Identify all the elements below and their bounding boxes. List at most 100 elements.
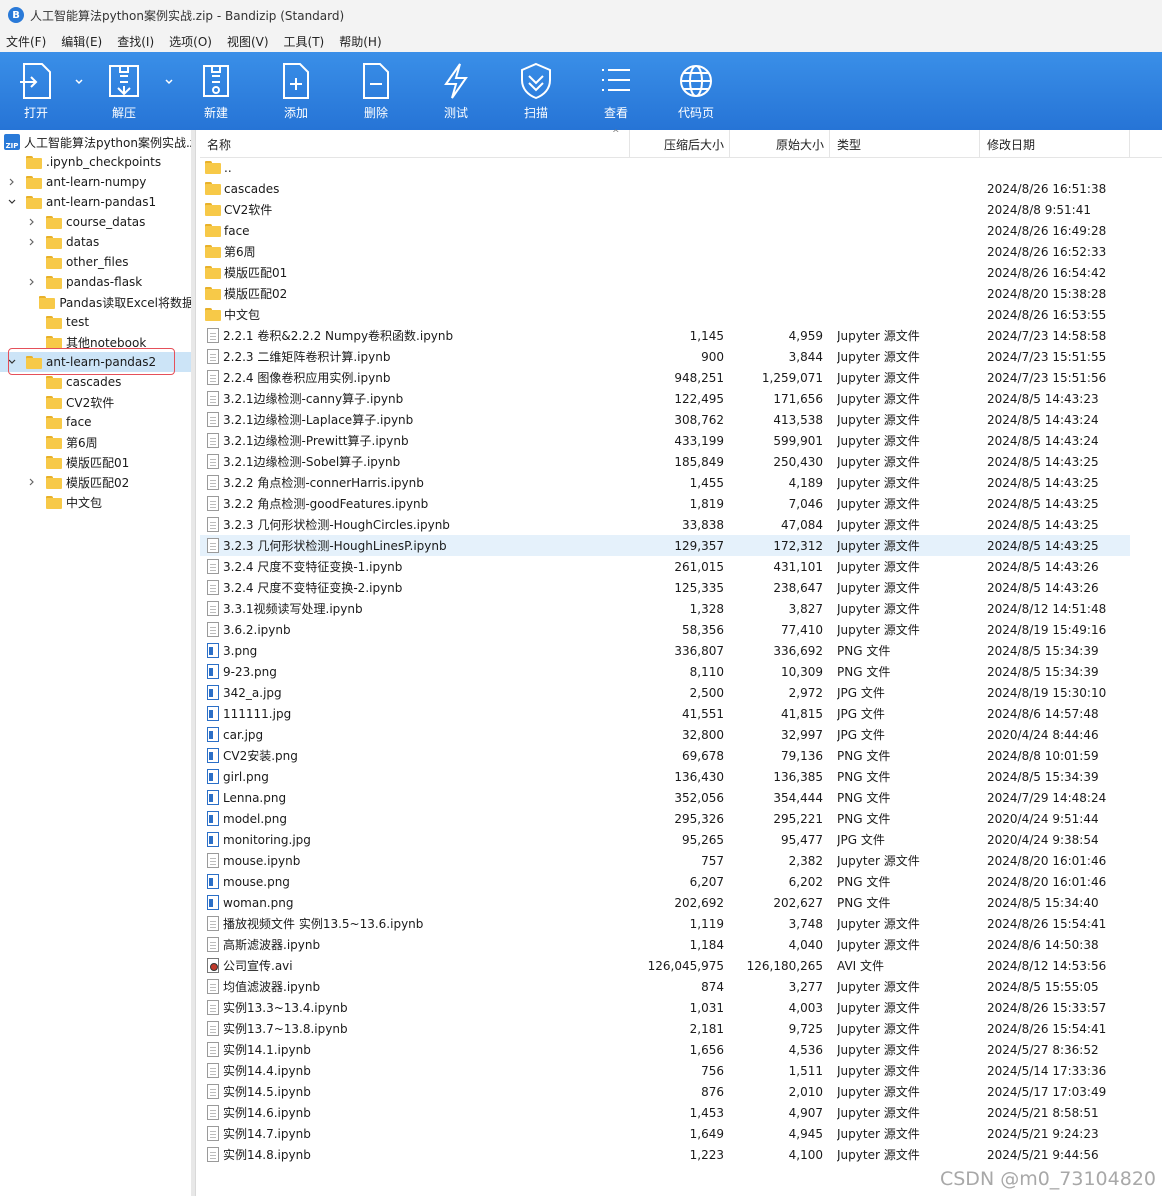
- tree-item[interactable]: 第6周: [0, 432, 194, 452]
- file-row[interactable]: 3.2.3 几何形状检测-HoughLinesP.ipynb 129,357 172…: [200, 535, 1130, 556]
- original-size: 4,907: [788, 1105, 823, 1120]
- tree-root[interactable]: ZIP 人工智能算法python案例实战.zip: [0, 132, 194, 152]
- file-row[interactable]: car.jpg 32,800 32,997 JPG 文件 2020/4/24 8:44:…: [200, 724, 1130, 745]
- file-row[interactable]: 3.2.3 几何形状检测-HoughCircles.ipynb 33,838 47,…: [200, 514, 1130, 535]
- file-row[interactable]: 3.2.1边缘检测-Laplace算子.ipynb 308,762 413,538 J…: [200, 409, 1130, 430]
- tree-scrollbar[interactable]: [191, 130, 195, 1196]
- file-row[interactable]: 3.2.1边缘检测-Sobel算子.ipynb 185,849 250,430 Jup…: [200, 451, 1130, 472]
- file-row[interactable]: 2.2.3 二维矩阵卷积计算.ipynb 900 3,844 Jupyter 源文件 2…: [200, 346, 1130, 367]
- file-row[interactable]: 2.2.1 卷积&2.2.2 Numpy卷积函数.ipynb 1,145 4,959…: [200, 325, 1130, 346]
- menu-edit[interactable]: 编辑(E): [61, 33, 102, 50]
- file-row[interactable]: 3.2.1边缘检测-Prewitt算子.ipynb 433,199 599,901 J…: [200, 430, 1130, 451]
- file-row[interactable]: 111111.jpg 41,551 41,815 JPG 文件 2024/8/6 14:…: [200, 703, 1130, 724]
- tree-item[interactable]: course_datas: [0, 212, 194, 232]
- folder-icon: [205, 308, 221, 321]
- file-row[interactable]: 实例14.1.ipynb 1,656 4,536 Jupyter 源文件 2024/5/…: [200, 1039, 1130, 1060]
- file-row[interactable]: Lenna.png 352,056 354,444 PNG 文件 2024/7/29 1…: [200, 787, 1130, 808]
- file-row[interactable]: 实例14.7.ipynb 1,649 4,945 Jupyter 源文件 2024/5/…: [200, 1123, 1130, 1144]
- file-row[interactable]: cascades 2024/8/26 16:51:38: [200, 178, 1130, 199]
- tree-item[interactable]: datas: [0, 232, 194, 252]
- chevron-right-icon[interactable]: [26, 476, 38, 488]
- original-size: 47,084: [781, 517, 823, 532]
- file-row[interactable]: 3.png 336,807 336,692 PNG 文件 2024/8/5 15:34:…: [200, 640, 1130, 661]
- file-row[interactable]: mouse.ipynb 757 2,382 Jupyter 源文件 2024/8/20 …: [200, 850, 1130, 871]
- file-row[interactable]: 3.2.2 角点检测-goodFeatures.ipynb 1,819 7,046 J…: [200, 493, 1130, 514]
- file-row[interactable]: 2.2.4 图像卷积应用实例.ipynb 948,251 1,259,071 Jupy…: [200, 367, 1130, 388]
- file-row[interactable]: 实例14.6.ipynb 1,453 4,907 Jupyter 源文件 2024/5/…: [200, 1102, 1130, 1123]
- file-row[interactable]: 3.2.4 尺度不变特征变换-1.ipynb 261,015 431,101 Jupy…: [200, 556, 1130, 577]
- open-dropdown[interactable]: [72, 52, 86, 130]
- file-row[interactable]: mouse.png 6,207 6,202 PNG 文件 2024/8/20 16:01…: [200, 871, 1130, 892]
- menu-file[interactable]: 文件(F): [6, 33, 46, 50]
- file-row[interactable]: 第6周 2024/8/26 16:52:33: [200, 241, 1130, 262]
- file-row[interactable]: ..: [200, 157, 1130, 178]
- file-row[interactable]: 实例14.8.ipynb 1,223 4,100 Jupyter 源文件 2024/5/…: [200, 1144, 1130, 1165]
- file-row[interactable]: 实例14.5.ipynb 876 2,010 Jupyter 源文件 2024/5/17…: [200, 1081, 1130, 1102]
- file-row[interactable]: 3.2.4 尺度不变特征变换-2.ipynb 125,335 238,647 Jupy…: [200, 577, 1130, 598]
- file-row[interactable]: 342_a.jpg 2,500 2,972 JPG 文件 2024/8/19 15:30…: [200, 682, 1130, 703]
- file-row[interactable]: 模版匹配02 2024/8/20 15:38:28: [200, 283, 1130, 304]
- chevron-right-icon[interactable]: [26, 276, 38, 288]
- view-button[interactable]: 查看: [576, 52, 656, 130]
- file-row[interactable]: girl.png 136,430 136,385 PNG 文件 2024/8/5 15:…: [200, 766, 1130, 787]
- menu-help[interactable]: 帮助(H): [339, 33, 381, 50]
- chevron-down-icon[interactable]: [6, 196, 18, 208]
- tree-item[interactable]: 模版匹配02: [0, 472, 194, 492]
- tree-item[interactable]: other_files: [0, 252, 194, 272]
- tree-item[interactable]: CV2软件: [0, 392, 194, 412]
- file-row[interactable]: 模版匹配01 2024/8/26 16:54:42: [200, 262, 1130, 283]
- file-row[interactable]: 公司宣传.avi 126,045,975 126,180,265 AVI 文件 2024…: [200, 955, 1130, 976]
- file-row[interactable]: 3.3.1视频读写处理.ipynb 1,328 3,827 Jupyter 源文件 20…: [200, 598, 1130, 619]
- menu-view[interactable]: 视图(V): [227, 33, 269, 50]
- file-row[interactable]: 中文包 2024/8/26 16:53:55: [200, 304, 1130, 325]
- column-type-header[interactable]: 类型: [830, 130, 980, 158]
- codepage-button[interactable]: 代码页: [656, 52, 736, 130]
- file-row[interactable]: face 2024/8/26 16:49:28: [200, 220, 1130, 241]
- file-row[interactable]: monitoring.jpg 95,265 95,477 JPG 文件 2020/4/2…: [200, 829, 1130, 850]
- file-row[interactable]: 高斯滤波器.ipynb 1,184 4,040 Jupyter 源文件 2024/8/6…: [200, 934, 1130, 955]
- scan-button[interactable]: 扫描: [496, 52, 576, 130]
- extract-button[interactable]: 解压: [86, 52, 162, 130]
- file-row[interactable]: CV2软件 2024/8/8 9:51:41: [200, 199, 1130, 220]
- tree-item[interactable]: ant-learn-pandas1: [0, 192, 194, 212]
- tree-item[interactable]: cascades: [0, 372, 194, 392]
- menu-options[interactable]: 选项(O): [169, 33, 212, 50]
- add-button[interactable]: 添加: [256, 52, 336, 130]
- tree-item[interactable]: test: [0, 312, 194, 332]
- chevron-right-icon[interactable]: [26, 216, 38, 228]
- file-row[interactable]: 实例14.4.ipynb 756 1,511 Jupyter 源文件 2024/5/14…: [200, 1060, 1130, 1081]
- file-row[interactable]: 3.6.2.ipynb 58,356 77,410 Jupyter 源文件 2024/8…: [200, 619, 1130, 640]
- tree-item[interactable]: pandas-flask: [0, 272, 194, 292]
- file-row[interactable]: 播放视频文件 实例13.5~13.6.ipynb 1,119 3,748 Jupyte…: [200, 913, 1130, 934]
- file-row[interactable]: 均值滤波器.ipynb 874 3,277 Jupyter 源文件 2024/8/5 1…: [200, 976, 1130, 997]
- file-row[interactable]: 3.2.2 角点检测-connerHarris.ipynb 1,455 4,189 J…: [200, 472, 1130, 493]
- file-row[interactable]: 9-23.png 8,110 10,309 PNG 文件 2024/8/5 15:34:…: [200, 661, 1130, 682]
- extract-dropdown[interactable]: [162, 52, 176, 130]
- column-compressed-header[interactable]: 压缩后大小: [630, 130, 730, 158]
- file-row[interactable]: CV2安装.png 69,678 79,136 PNG 文件 2024/8/8 10:0…: [200, 745, 1130, 766]
- column-original-header[interactable]: 原始大小: [730, 130, 830, 158]
- tree-item[interactable]: .ipynb_checkpoints: [0, 152, 194, 172]
- file-row[interactable]: 3.2.1边缘检测-canny算子.ipynb 122,495 171,656 Jup…: [200, 388, 1130, 409]
- chevron-right-icon[interactable]: [26, 236, 38, 248]
- delete-button[interactable]: 删除: [336, 52, 416, 130]
- tree-item[interactable]: 中文包: [0, 492, 194, 512]
- tree-item[interactable]: ant-learn-numpy: [0, 172, 194, 192]
- menu-find[interactable]: 查找(I): [117, 33, 154, 50]
- column-name-header[interactable]: 名称: [200, 130, 630, 158]
- tree-item[interactable]: face: [0, 412, 194, 432]
- test-button[interactable]: 测试: [416, 52, 496, 130]
- chevron-right-icon[interactable]: [6, 176, 18, 188]
- document-file-icon: [207, 1000, 219, 1015]
- file-row[interactable]: 实例13.3~13.4.ipynb 1,031 4,003 Jupyter 源文件 20…: [200, 997, 1130, 1018]
- column-modified-header[interactable]: 修改日期: [980, 130, 1130, 158]
- new-button[interactable]: 新建: [176, 52, 256, 130]
- file-row[interactable]: 实例13.7~13.8.ipynb 2,181 9,725 Jupyter 源文件 20…: [200, 1018, 1130, 1039]
- tree-item[interactable]: Pandas读取Excel将数据: [0, 292, 194, 312]
- menu-tools[interactable]: 工具(T): [284, 33, 325, 50]
- file-row[interactable]: woman.png 202,692 202,627 PNG 文件 2024/8/5 15…: [200, 892, 1130, 913]
- tree-item[interactable]: 模版匹配01: [0, 452, 194, 472]
- file-row[interactable]: model.png 295,326 295,221 PNG 文件 2020/4/24 9…: [200, 808, 1130, 829]
- tree-item-label: datas: [66, 235, 100, 249]
- open-button[interactable]: 打开: [0, 52, 72, 130]
